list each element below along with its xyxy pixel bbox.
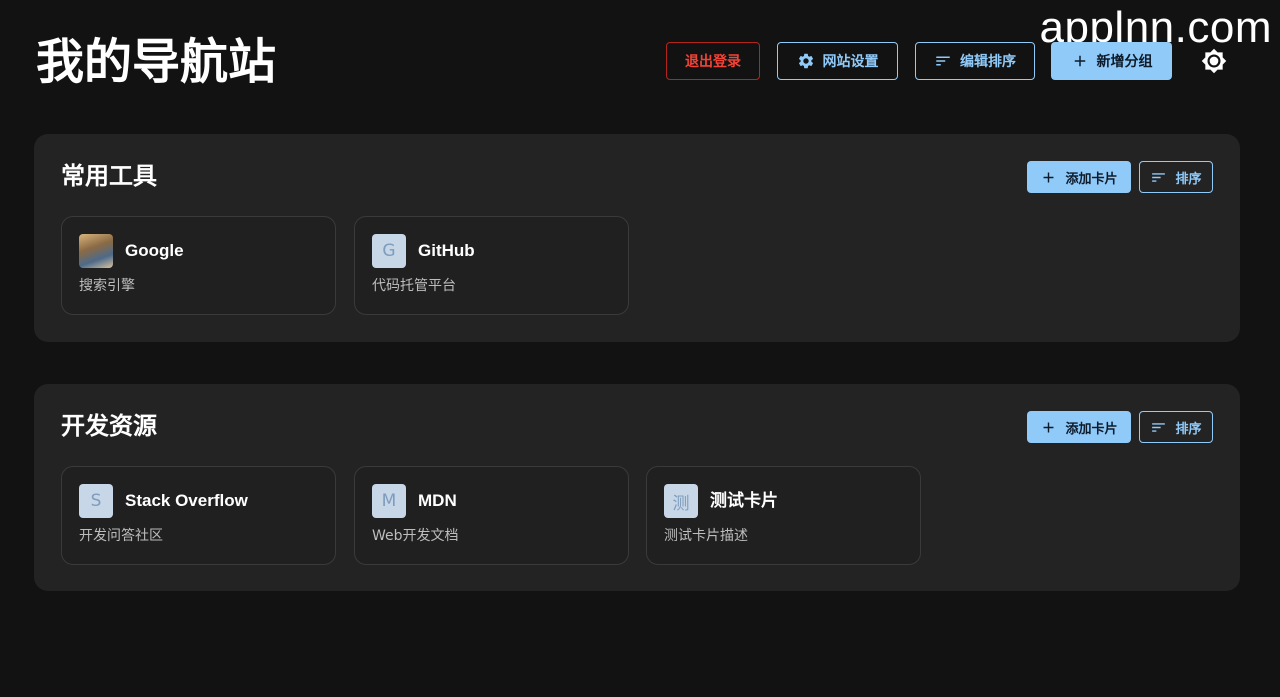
- add-group-label: 新增分组: [1096, 54, 1153, 70]
- site-favicon-icon: [79, 234, 113, 268]
- card-description: 代码托管平台: [372, 278, 456, 294]
- card-title: GitHub: [418, 241, 475, 260]
- gear-icon: [797, 52, 815, 70]
- letter-avatar-icon: S: [79, 484, 113, 518]
- add-card-button[interactable]: 添加卡片: [1027, 411, 1131, 443]
- card-description: 测试卡片描述: [664, 528, 748, 544]
- group-section: 常用工具 添加卡片 排序 Google 搜索引擎 G GitHub 代码托管平台: [34, 134, 1240, 342]
- plus-icon: [1040, 169, 1057, 186]
- plus-icon: [1040, 419, 1057, 436]
- edit-sort-button[interactable]: 编辑排序: [915, 42, 1035, 80]
- site-card[interactable]: G GitHub 代码托管平台: [354, 216, 629, 315]
- add-group-button[interactable]: 新增分组: [1051, 42, 1172, 80]
- site-card[interactable]: Google 搜索引擎: [61, 216, 336, 315]
- card-description: Web开发文档: [372, 528, 459, 544]
- sort-button[interactable]: 排序: [1139, 161, 1213, 193]
- group-section: 开发资源 添加卡片 排序 S Stack Overflow 开发问答社区 M M…: [34, 384, 1240, 591]
- sort-icon: [1150, 419, 1167, 436]
- site-settings-label: 网站设置: [822, 54, 879, 70]
- card-title: 测试卡片: [710, 491, 778, 510]
- edit-sort-label: 编辑排序: [960, 54, 1016, 70]
- header: 我的导航站 退出登录 网站设置 编辑排序 新增分组: [36, 30, 1240, 94]
- card-title: Stack Overflow: [125, 491, 248, 510]
- site-card[interactable]: 测 测试卡片 测试卡片描述: [646, 466, 921, 565]
- sun-icon: [1201, 48, 1227, 74]
- plus-icon: [1071, 52, 1089, 70]
- sort-button[interactable]: 排序: [1139, 411, 1213, 443]
- add-card-button[interactable]: 添加卡片: [1027, 161, 1131, 193]
- logout-button[interactable]: 退出登录: [666, 42, 760, 80]
- letter-avatar-icon: G: [372, 234, 406, 268]
- add-card-label: 添加卡片: [1065, 421, 1118, 437]
- site-card[interactable]: M MDN Web开发文档: [354, 466, 629, 565]
- letter-avatar-icon: 测: [664, 484, 698, 518]
- sort-icon: [1150, 169, 1167, 186]
- theme-toggle-button[interactable]: [1194, 41, 1234, 81]
- group-title: 开发资源: [61, 412, 157, 440]
- site-card[interactable]: S Stack Overflow 开发问答社区: [61, 466, 336, 565]
- card-title: Google: [125, 241, 184, 260]
- logout-label: 退出登录: [685, 54, 741, 70]
- sort-label: 排序: [1175, 421, 1202, 437]
- site-settings-button[interactable]: 网站设置: [777, 42, 898, 80]
- card-description: 开发问答社区: [79, 528, 163, 544]
- card-title: MDN: [418, 491, 457, 510]
- page-title: 我的导航站: [36, 34, 277, 90]
- card-description: 搜索引擎: [79, 278, 135, 294]
- group-title: 常用工具: [61, 162, 157, 190]
- letter-avatar-icon: M: [372, 484, 406, 518]
- add-card-label: 添加卡片: [1065, 171, 1118, 187]
- sort-label: 排序: [1175, 171, 1202, 187]
- sort-icon: [934, 52, 952, 70]
